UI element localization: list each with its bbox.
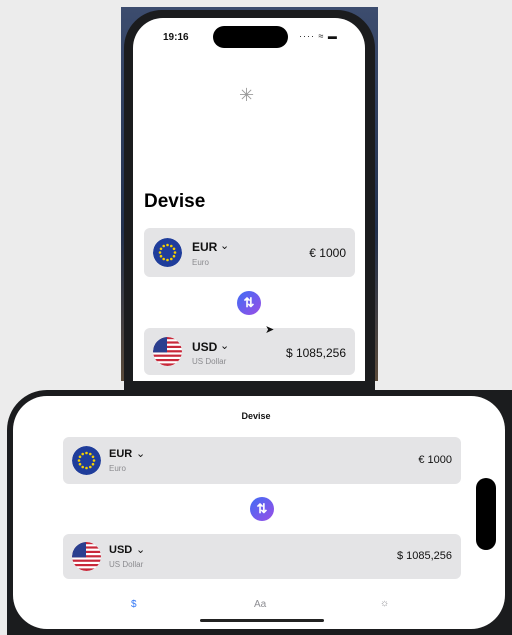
sun-tab[interactable]: ☼ [380, 598, 389, 609]
portrait-screen: 19:16 ···· ≈ ▬ ✳ Devise EUR ⌄ Euro € 100… [133, 18, 365, 381]
from-currency-card[interactable]: EUR ⌄ Euro € 1000 [144, 228, 355, 277]
chevron-down-icon[interactable]: ⌄ [220, 339, 229, 352]
from-amount[interactable]: € 1000 [418, 454, 452, 466]
to-currency-card-landscape[interactable]: USD ⌄ US Dollar $ 1085,256 [63, 534, 461, 579]
status-icons: ···· ≈ ▬ [299, 31, 338, 41]
from-currency-name: Euro [192, 258, 209, 267]
swap-currencies-button[interactable]: ⇅ [250, 497, 274, 521]
eu-flag-icon [72, 446, 101, 475]
loading-spinner-icon: ✳ [239, 85, 255, 105]
mouse-cursor-icon: ➤ [265, 324, 275, 336]
page-title: Devise [144, 191, 206, 212]
us-flag-icon [153, 337, 182, 366]
from-amount[interactable]: € 1000 [309, 246, 346, 260]
to-currency-code[interactable]: USD [109, 544, 132, 556]
chevron-down-icon[interactable]: ⌄ [220, 239, 229, 252]
chevron-down-icon[interactable]: ⌄ [136, 543, 145, 556]
from-currency-name: Euro [109, 464, 126, 473]
to-currency-code[interactable]: USD [192, 340, 217, 354]
from-currency-code[interactable]: EUR [109, 448, 132, 460]
text-tab[interactable]: Aa [254, 599, 266, 610]
dynamic-island-landscape [476, 478, 496, 550]
chevron-down-icon[interactable]: ⌄ [136, 447, 145, 460]
from-currency-card-landscape[interactable]: EUR ⌄ Euro € 1000 [63, 437, 461, 484]
page-title-landscape: Devise [241, 411, 271, 421]
dynamic-island [213, 26, 288, 48]
to-amount[interactable]: $ 1085,256 [286, 346, 346, 360]
home-indicator [200, 619, 324, 622]
to-currency-card[interactable]: USD ⌄ US Dollar $ 1085,256 [144, 328, 355, 375]
to-amount[interactable]: $ 1085,256 [397, 550, 452, 562]
eu-flag-icon [153, 238, 182, 267]
dollar-tab[interactable]: $ [131, 599, 137, 610]
to-currency-name: US Dollar [109, 560, 144, 569]
status-time: 19:16 [163, 32, 189, 43]
from-currency-code[interactable]: EUR [192, 240, 217, 254]
swap-currencies-button[interactable]: ⇅ [237, 291, 261, 315]
to-currency-name: US Dollar [192, 357, 227, 366]
us-flag-icon [72, 542, 101, 571]
